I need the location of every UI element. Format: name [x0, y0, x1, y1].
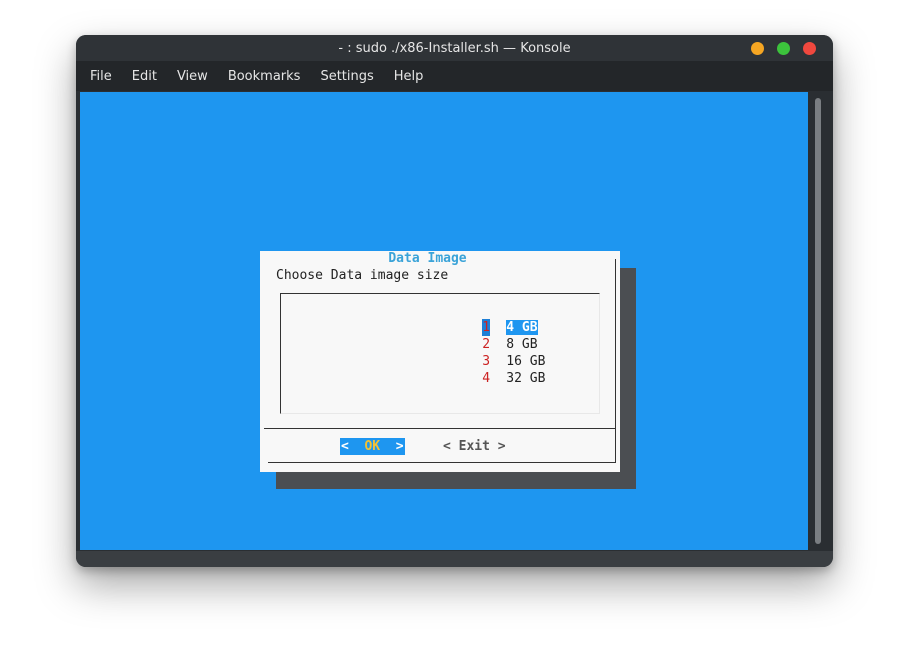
scrollbar-thumb[interactable]: [815, 98, 821, 544]
list-item[interactable]: 28 GB: [404, 319, 537, 352]
dialog-separator: [264, 428, 616, 429]
menu-edit[interactable]: Edit: [122, 69, 167, 84]
list-item[interactable]: 4 32 GB: [404, 353, 545, 386]
window-bottom-bar: [76, 551, 833, 567]
terminal-area[interactable]: Data Image Choose Data image size 14 GB …: [80, 92, 808, 550]
window-title: - : sudo ./x86-Installer.sh — Konsole: [338, 40, 571, 56]
ok-button[interactable]: < OK >: [340, 438, 405, 455]
exit-button[interactable]: < Exit >: [443, 438, 506, 455]
dialog-border-bottom: [268, 462, 616, 463]
menu-bar: File Edit View Bookmarks Settings Help: [76, 61, 833, 91]
dialog-title: Data Image: [388, 251, 467, 266]
menu-view[interactable]: View: [167, 69, 218, 84]
dialog-prompt: Choose Data image size: [276, 268, 449, 283]
konsole-window: - : sudo ./x86-Installer.sh — Konsole Fi…: [76, 35, 833, 567]
option-tag: 4: [482, 371, 491, 386]
menu-bookmarks[interactable]: Bookmarks: [218, 69, 311, 84]
size-options-list: 14 GB 28 GB 3 16 GB 4 32 GB: [280, 293, 600, 414]
minimize-icon[interactable]: [751, 42, 764, 55]
menu-settings[interactable]: Settings: [310, 69, 383, 84]
list-item[interactable]: 14 GB: [404, 302, 538, 336]
menu-help[interactable]: Help: [384, 69, 434, 84]
close-icon[interactable]: [803, 42, 816, 55]
ok-right-bracket: >: [395, 439, 404, 454]
ok-label: OK: [364, 439, 381, 454]
data-image-dialog: Data Image Choose Data image size 14 GB …: [260, 251, 620, 472]
maximize-icon[interactable]: [777, 42, 790, 55]
title-bar: - : sudo ./x86-Installer.sh — Konsole: [76, 35, 833, 61]
dialog-border-right: [615, 259, 616, 463]
scrollbar[interactable]: [810, 92, 826, 550]
list-item[interactable]: 3 16 GB: [404, 336, 545, 369]
option-label: 32 GB: [506, 371, 546, 386]
ok-left-bracket: <: [341, 439, 349, 454]
menu-file[interactable]: File: [80, 69, 122, 84]
